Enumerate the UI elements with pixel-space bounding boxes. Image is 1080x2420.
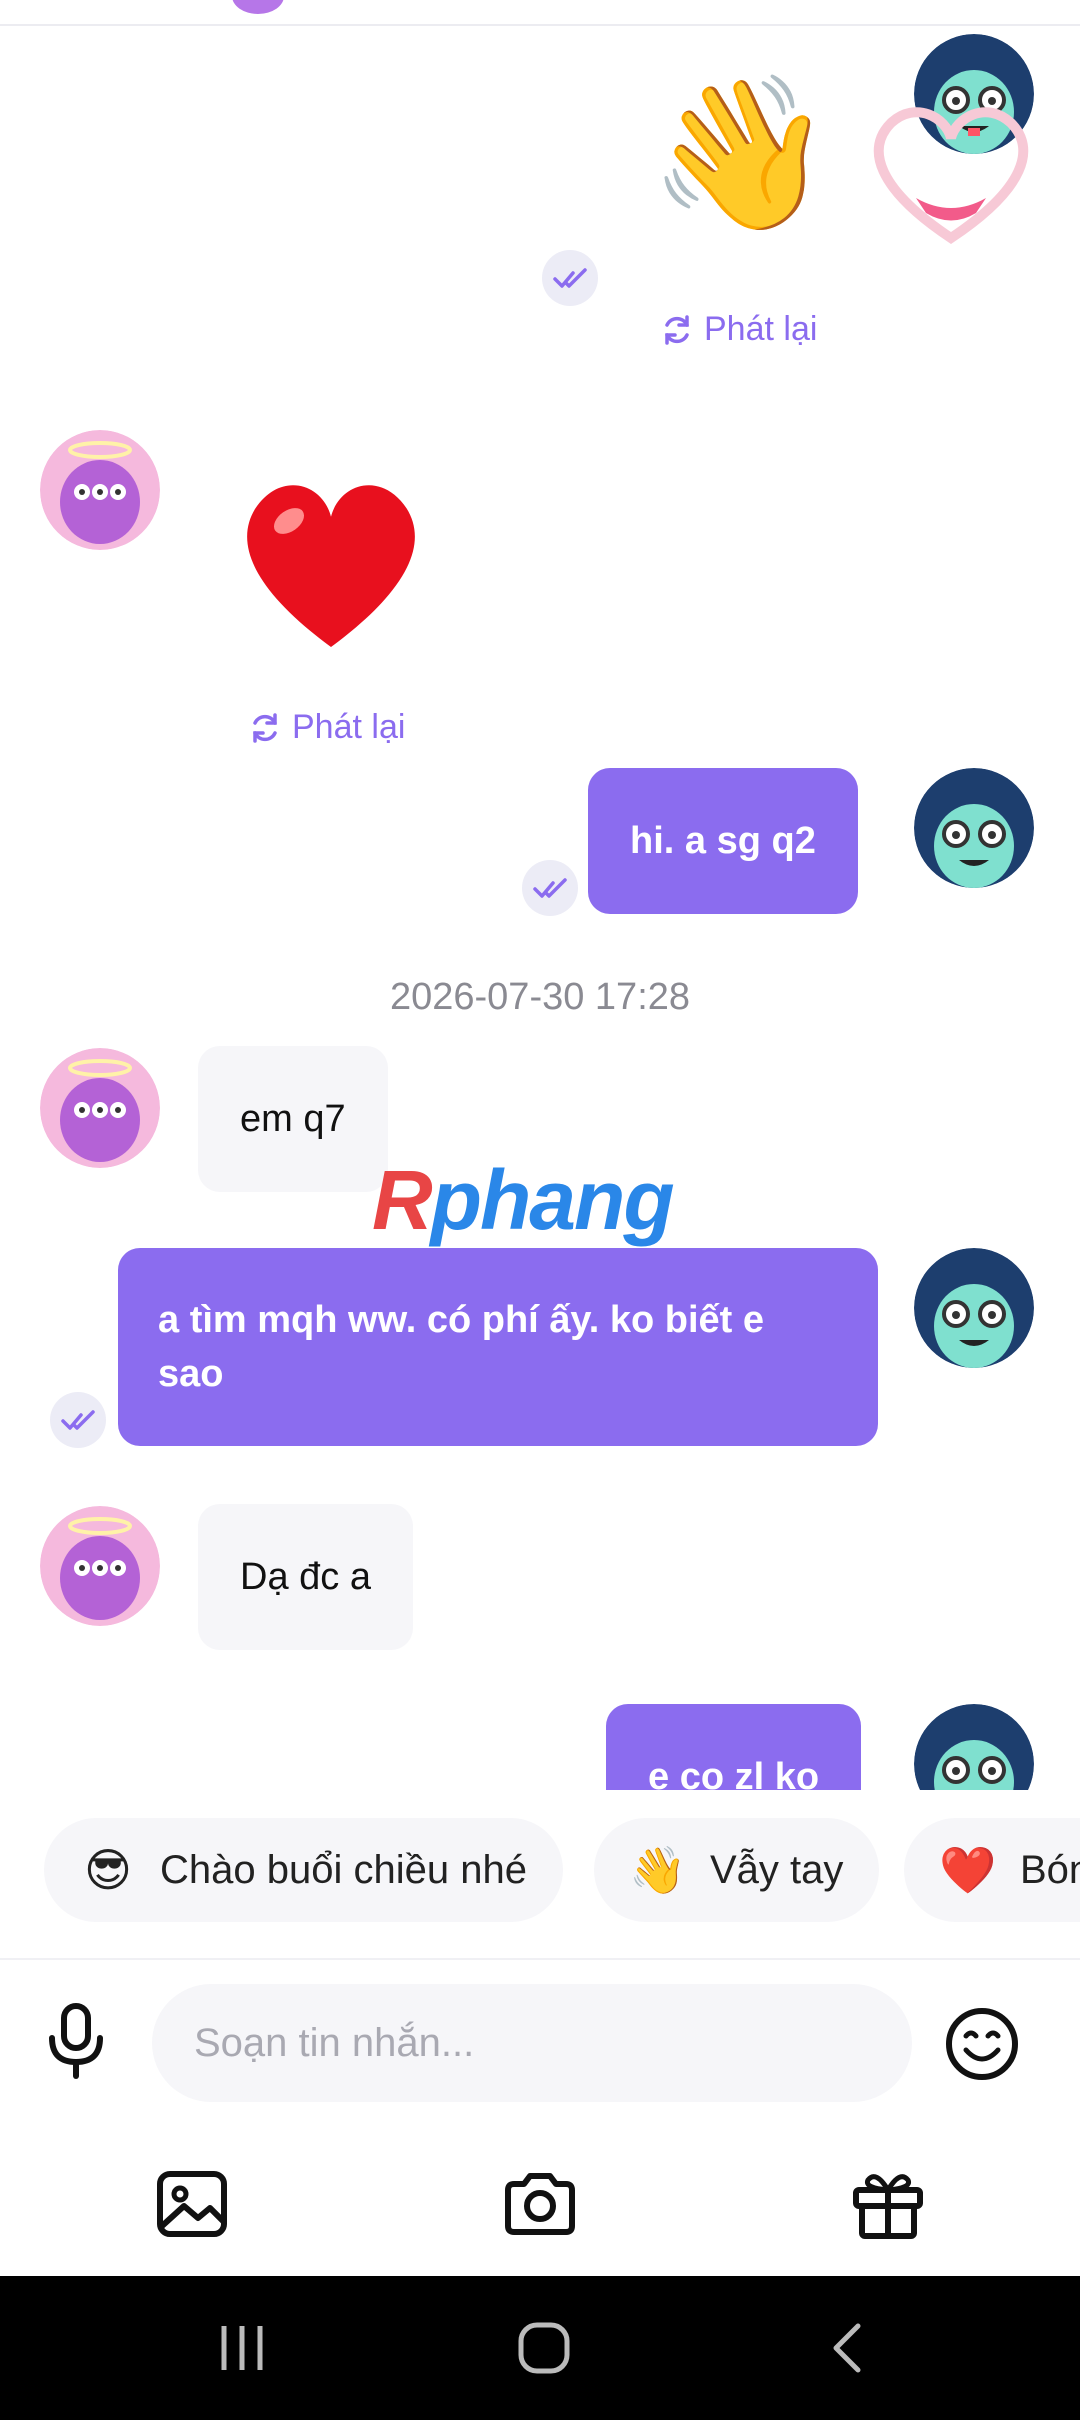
- chip-label: Vẫy tay: [710, 1847, 844, 1892]
- message-list[interactable]: 👋 Phát lại Phát lại hi. a sg q2 2026-07-…: [0, 28, 1080, 1790]
- chip-label: Chào buổi chiều nhé: [160, 1847, 527, 1892]
- system-navigation-bar: [0, 2276, 1080, 2420]
- double-check-icon: [61, 1410, 95, 1430]
- heart-emoji-icon: ❤️: [939, 1843, 997, 1896]
- smiley-icon[interactable]: [944, 2006, 1020, 2082]
- header-avatar[interactable]: [232, 0, 284, 14]
- heart-icon: [247, 485, 415, 647]
- message-bubble-incoming[interactable]: em q7: [198, 1046, 388, 1192]
- message-bubble-outgoing[interactable]: a tìm mqh ww. có phí ấy. ko biết e sao: [118, 1248, 878, 1446]
- quick-reply-chip[interactable]: 👋 Vẫy tay: [594, 1818, 880, 1922]
- gift-icon[interactable]: [850, 2166, 926, 2242]
- read-status: [50, 1392, 106, 1448]
- image-icon[interactable]: [154, 2166, 230, 2242]
- camera-icon[interactable]: [502, 2166, 578, 2242]
- read-status: [522, 860, 578, 916]
- home-icon[interactable]: [514, 2318, 574, 2378]
- quick-reply-chip[interactable]: 😎 Chào buổi chiều nhé: [44, 1818, 563, 1922]
- chat-header: [0, 0, 1080, 26]
- message-composer: [0, 1958, 1080, 2102]
- double-check-icon: [553, 268, 587, 288]
- watermark-logo: Rphang: [372, 1152, 675, 1249]
- replay-button[interactable]: Phát lại: [248, 708, 405, 747]
- message-text: hi. a sg q2: [630, 820, 816, 862]
- message-timestamp: 2026-07-30 17:28: [389, 976, 691, 1018]
- wave-emoji: 👋: [648, 69, 835, 237]
- quick-reply-bar[interactable]: 😎 Chào buổi chiều nhé 👋 Vẫy tay ❤️ Bóng: [0, 1808, 1080, 1928]
- replay-label: Phát lại: [704, 310, 818, 348]
- refresh-icon: [665, 314, 689, 345]
- my-avatar[interactable]: [914, 768, 1034, 888]
- message-input[interactable]: [152, 1984, 912, 2102]
- message-bubble-outgoing[interactable]: e co zl ko: [606, 1704, 862, 1790]
- recent-apps-icon[interactable]: [212, 2318, 272, 2378]
- message-bubble-outgoing[interactable]: hi. a sg q2: [588, 768, 858, 914]
- wave-sticker[interactable]: 👋: [648, 78, 835, 228]
- watermark-part2: phang: [430, 1153, 675, 1247]
- microphone-icon[interactable]: [40, 2000, 112, 2080]
- wave-emoji-icon: 👋: [629, 1843, 687, 1896]
- heart-sticker[interactable]: [226, 458, 436, 700]
- message-text: Dạ đc a: [240, 1555, 371, 1598]
- my-avatar[interactable]: [914, 1704, 1034, 1790]
- heart-outline-sticker: [856, 98, 1046, 248]
- replay-label: Phát lại: [292, 708, 406, 746]
- read-status: [542, 250, 598, 306]
- back-icon[interactable]: [818, 2318, 878, 2378]
- message-text: e co zl ko: [648, 1756, 820, 1790]
- attachment-toolbar: [0, 2136, 1080, 2276]
- watermark-part1: R: [372, 1153, 433, 1247]
- contact-avatar[interactable]: [40, 430, 160, 550]
- replay-button[interactable]: Phát lại: [660, 310, 817, 349]
- message-bubble-incoming[interactable]: Dạ đc a: [198, 1504, 413, 1650]
- message-text: em q7: [240, 1097, 346, 1140]
- my-avatar[interactable]: [914, 1248, 1034, 1368]
- double-check-icon: [533, 878, 567, 898]
- quick-reply-chip[interactable]: ❤️ Bóng: [904, 1818, 1080, 1922]
- refresh-icon: [253, 712, 277, 743]
- message-text: a tìm mqh ww. có phí ấy. ko biết e sao: [158, 1299, 764, 1395]
- sunglasses-emoji-icon: 😎: [84, 1844, 132, 1896]
- chip-label: Bóng: [1020, 1847, 1080, 1892]
- contact-avatar[interactable]: [40, 1048, 160, 1168]
- contact-avatar[interactable]: [40, 1506, 160, 1626]
